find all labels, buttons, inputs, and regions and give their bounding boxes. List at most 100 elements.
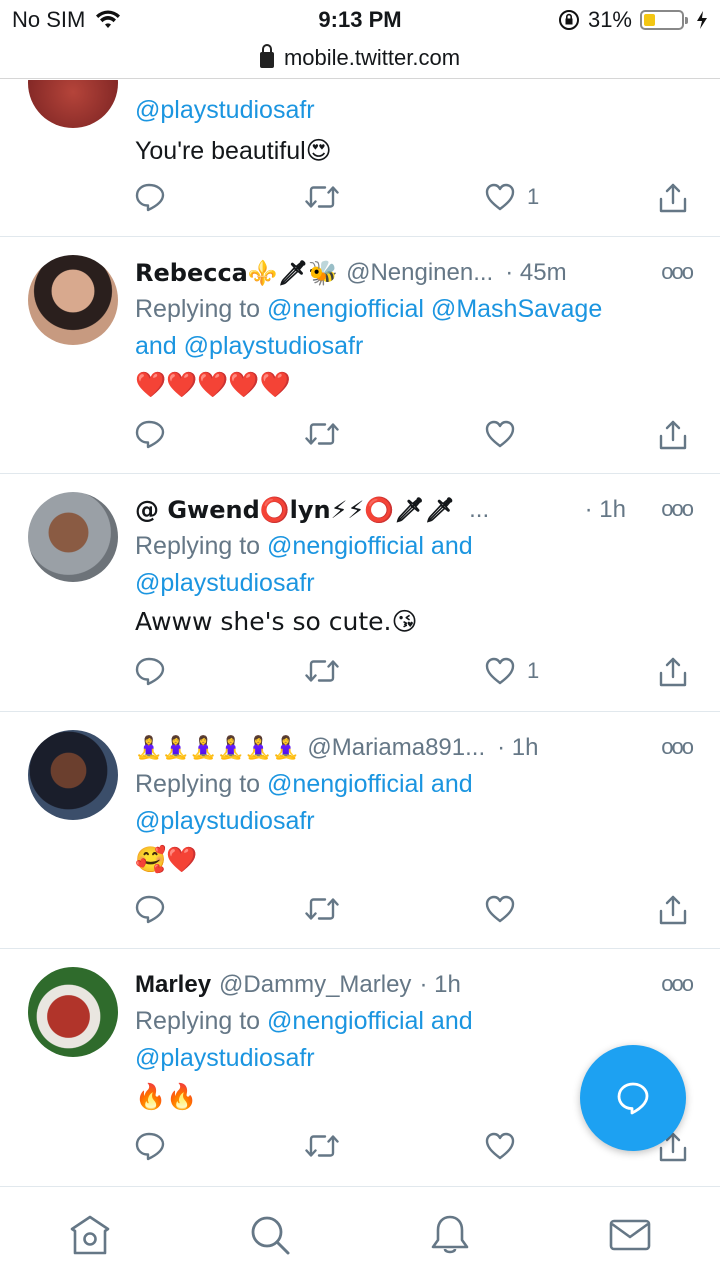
tweet-text: 🥰❤️ bbox=[135, 845, 198, 874]
mention-link[interactable]: @playstudiosafr bbox=[184, 332, 364, 360]
orientation-lock-icon bbox=[558, 10, 579, 30]
heart-icon bbox=[485, 657, 515, 685]
like-count: 1 bbox=[527, 658, 540, 683]
tweet-text: ❤️❤️❤️❤️❤️ bbox=[135, 370, 291, 399]
url-bar[interactable]: mobile.twitter.com bbox=[0, 40, 720, 76]
mention-link[interactable]: @nengiofficial and bbox=[267, 532, 473, 560]
user-handle[interactable]: @Nenginen... bbox=[346, 259, 493, 287]
share-button[interactable] bbox=[658, 419, 688, 451]
reply-button[interactable] bbox=[135, 419, 165, 449]
mention-link[interactable]: @playstudiosafr bbox=[135, 1044, 315, 1072]
user-handle[interactable]: @Mariama891... bbox=[307, 734, 485, 762]
battery-percent: 31% bbox=[587, 7, 632, 32]
reply-button[interactable] bbox=[135, 182, 165, 212]
display-name[interactable]: @ Gwend⭕lyn⚡⚡⭕🗡🗡 bbox=[135, 496, 455, 524]
avatar[interactable] bbox=[28, 967, 118, 1057]
tweet-actions bbox=[135, 419, 695, 459]
reply-icon bbox=[135, 1132, 165, 1161]
heart-icon bbox=[485, 420, 515, 448]
user-handle[interactable]: @Dammy_Marley bbox=[219, 971, 411, 999]
tweet-actions: 1 bbox=[135, 656, 695, 696]
mention-link[interactable]: @playstudiosafr bbox=[135, 807, 315, 835]
mention-link[interactable]: @playstudiosafr bbox=[135, 96, 315, 124]
retweet-icon bbox=[305, 186, 339, 208]
retweet-button[interactable] bbox=[305, 656, 339, 686]
url-text[interactable]: mobile.twitter.com bbox=[284, 45, 460, 71]
avatar[interactable] bbox=[28, 80, 118, 128]
timestamp[interactable]: · 1h bbox=[419, 971, 460, 999]
replying-to-label: Replying to bbox=[135, 532, 268, 560]
bell-icon bbox=[431, 1215, 469, 1254]
like-button[interactable] bbox=[485, 1131, 527, 1161]
avatar[interactable] bbox=[28, 730, 118, 820]
compose-reply-icon bbox=[617, 1082, 649, 1115]
nav-home[interactable] bbox=[68, 1213, 112, 1257]
reply-icon bbox=[135, 895, 165, 924]
share-icon bbox=[659, 183, 687, 213]
status-bar: No SIM 9:13 PM 31% bbox=[0, 0, 720, 40]
nav-search[interactable] bbox=[248, 1213, 292, 1257]
mention-link[interactable]: @nengiofficial and bbox=[267, 1007, 473, 1035]
heart-icon bbox=[485, 895, 515, 923]
tweet[interactable]: @playstudiosafr You're beautiful😍 1 bbox=[0, 80, 720, 237]
share-icon bbox=[659, 895, 687, 925]
timestamp[interactable]: · 1h bbox=[497, 734, 538, 762]
avatar[interactable] bbox=[28, 492, 118, 582]
timestamp[interactable]: · 45m bbox=[505, 259, 566, 287]
like-count: 1 bbox=[527, 184, 540, 209]
like-button[interactable] bbox=[485, 419, 527, 449]
divider bbox=[0, 78, 720, 79]
reply-button[interactable] bbox=[135, 656, 165, 686]
mail-icon bbox=[609, 1219, 651, 1251]
home-icon bbox=[70, 1215, 110, 1255]
battery-icon bbox=[640, 10, 688, 30]
like-button[interactable]: 1 bbox=[485, 182, 539, 212]
share-icon bbox=[659, 420, 687, 450]
avatar[interactable] bbox=[28, 255, 118, 345]
replying-to-label: Replying to bbox=[135, 295, 268, 323]
reply-button[interactable] bbox=[135, 894, 165, 924]
like-button[interactable] bbox=[485, 894, 527, 924]
tweet[interactable]: ooo @ Gwend⭕lyn⚡⚡⭕🗡🗡 ... · 1h Replying t… bbox=[0, 474, 720, 712]
tweet-text: You're beautiful😍 bbox=[135, 137, 332, 165]
display-name[interactable]: 🧘‍♀️🧘‍♀️🧘‍♀️🧘‍♀️🧘‍♀️🧘‍♀️ bbox=[135, 736, 299, 761]
replying-to-label: Replying to bbox=[135, 1007, 268, 1035]
retweet-icon bbox=[305, 660, 339, 682]
status-right: 31% bbox=[558, 7, 708, 33]
replying-to-label: Replying to bbox=[135, 770, 268, 798]
name-ellipsis: ... bbox=[469, 496, 490, 523]
retweet-icon bbox=[305, 1135, 339, 1157]
lock-icon bbox=[259, 44, 274, 68]
retweet-icon bbox=[305, 423, 339, 445]
nav-messages[interactable] bbox=[608, 1213, 652, 1257]
bottom-nav bbox=[0, 1186, 720, 1280]
retweet-button[interactable] bbox=[305, 1131, 339, 1161]
retweet-button[interactable] bbox=[305, 419, 339, 449]
mention-link[interactable]: @nengiofficial @MashSavage bbox=[267, 295, 602, 323]
share-button[interactable] bbox=[658, 894, 688, 926]
compose-reply-button[interactable] bbox=[580, 1045, 686, 1151]
retweet-button[interactable] bbox=[305, 894, 339, 924]
nav-notifications[interactable] bbox=[428, 1213, 472, 1257]
share-button[interactable] bbox=[658, 182, 688, 214]
tweet-actions bbox=[135, 894, 695, 934]
like-button[interactable]: 1 bbox=[485, 656, 539, 686]
display-name[interactable]: Marley bbox=[135, 971, 211, 999]
search-icon bbox=[251, 1216, 290, 1255]
share-button[interactable] bbox=[658, 656, 688, 688]
reply-icon bbox=[135, 183, 165, 212]
heart-icon bbox=[485, 183, 515, 211]
retweet-button[interactable] bbox=[305, 182, 339, 212]
timestamp[interactable]: · 1h bbox=[585, 496, 626, 524]
mention-link[interactable]: @nengiofficial and bbox=[267, 770, 473, 798]
mention-link[interactable]: @playstudiosafr bbox=[135, 569, 315, 597]
retweet-icon bbox=[305, 898, 339, 920]
reply-icon bbox=[135, 657, 165, 686]
tweet[interactable]: ooo Rebecca⚜️🗡🐝 @Nenginen... · 45m Reply… bbox=[0, 237, 720, 474]
tweet[interactable]: ooo 🧘‍♀️🧘‍♀️🧘‍♀️🧘‍♀️🧘‍♀️🧘‍♀️ @Mariama891… bbox=[0, 712, 720, 949]
display-name[interactable]: Rebecca⚜️🗡🐝 bbox=[135, 259, 338, 287]
share-icon bbox=[659, 657, 687, 687]
reply-button[interactable] bbox=[135, 1131, 165, 1161]
tweet-actions: 1 bbox=[135, 182, 695, 222]
reply-feed[interactable]: @playstudiosafr You're beautiful😍 1 ooo … bbox=[0, 80, 720, 1186]
